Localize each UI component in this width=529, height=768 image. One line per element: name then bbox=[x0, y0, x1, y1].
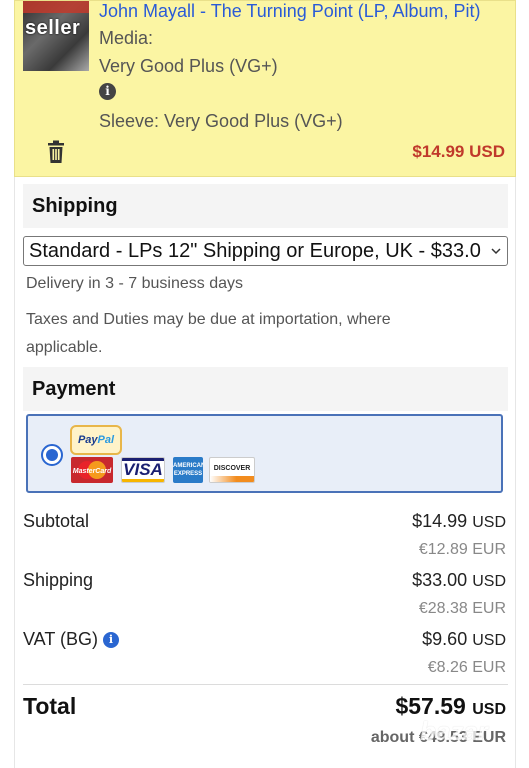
subtotal-usd: $14.99 USD bbox=[412, 511, 506, 531]
media-condition: Very Good Plus (VG+) bbox=[99, 56, 278, 76]
item-title-link[interactable]: John Mayall - The Turning Point (LP, Alb… bbox=[99, 1, 511, 22]
payment-radio[interactable] bbox=[41, 444, 63, 466]
thumbnail-banner bbox=[23, 1, 89, 13]
item-price: $14.99 USD bbox=[412, 142, 505, 161]
cart-item-card: seller John Mayall - The Turning Point (… bbox=[14, 0, 516, 177]
payment-heading: Payment bbox=[23, 367, 508, 411]
total-label: Total bbox=[23, 693, 77, 719]
page-frame-left bbox=[14, 177, 15, 768]
shipping-cost-label: Shipping bbox=[23, 570, 94, 590]
shipping-cost-usd: $33.00 USD bbox=[412, 570, 506, 590]
page-frame-right bbox=[515, 177, 516, 768]
vat-row-label: VAT (BG) i bbox=[23, 629, 120, 650]
info-icon[interactable]: i bbox=[99, 83, 116, 100]
taxes-note: Taxes and Duties may be due at importati… bbox=[26, 311, 391, 356]
visa-logo: VISA bbox=[121, 457, 165, 483]
trash-icon[interactable] bbox=[45, 140, 67, 164]
summary-divider bbox=[23, 684, 508, 685]
watermark-logo: bazar bbox=[420, 716, 488, 746]
media-label: Media: bbox=[99, 28, 154, 48]
mastercard-logo: MasterCard bbox=[71, 457, 113, 483]
shipping-cost-eur: €28.38 EUR bbox=[418, 600, 506, 617]
thumbnail-overlay-text: seller bbox=[25, 17, 81, 39]
paypal-logo: PayPal bbox=[70, 425, 122, 455]
vat-label: VAT (BG) bbox=[23, 629, 99, 649]
vat-eur: €8.26 EUR bbox=[427, 659, 506, 676]
discover-logo: DISCOVER bbox=[209, 457, 255, 483]
sleeve-condition: Sleeve: Very Good Plus (VG+) bbox=[99, 111, 343, 131]
chevron-down-icon bbox=[491, 248, 501, 255]
amex-logo: AMERICAN EXPRESS bbox=[173, 457, 203, 483]
shipping-heading: Shipping bbox=[23, 184, 508, 228]
payment-option-paypal[interactable]: PayPal MasterCard VISA AMERICAN EXPRESS … bbox=[26, 414, 503, 493]
album-thumbnail[interactable]: seller bbox=[23, 1, 89, 71]
vat-info-icon[interactable]: i bbox=[103, 632, 120, 648]
delivery-estimate: Delivery in 3 - 7 business days bbox=[26, 275, 243, 292]
subtotal-eur: €12.89 EUR bbox=[418, 541, 506, 558]
shipping-selected-option: Standard - LPs 12" Shipping or Europe, U… bbox=[29, 240, 481, 262]
vat-usd: $9.60 USD bbox=[422, 629, 506, 649]
shipping-method-select[interactable]: Standard - LPs 12" Shipping or Europe, U… bbox=[23, 236, 508, 266]
subtotal-label: Subtotal bbox=[23, 511, 90, 531]
radio-selected-dot bbox=[46, 449, 58, 461]
